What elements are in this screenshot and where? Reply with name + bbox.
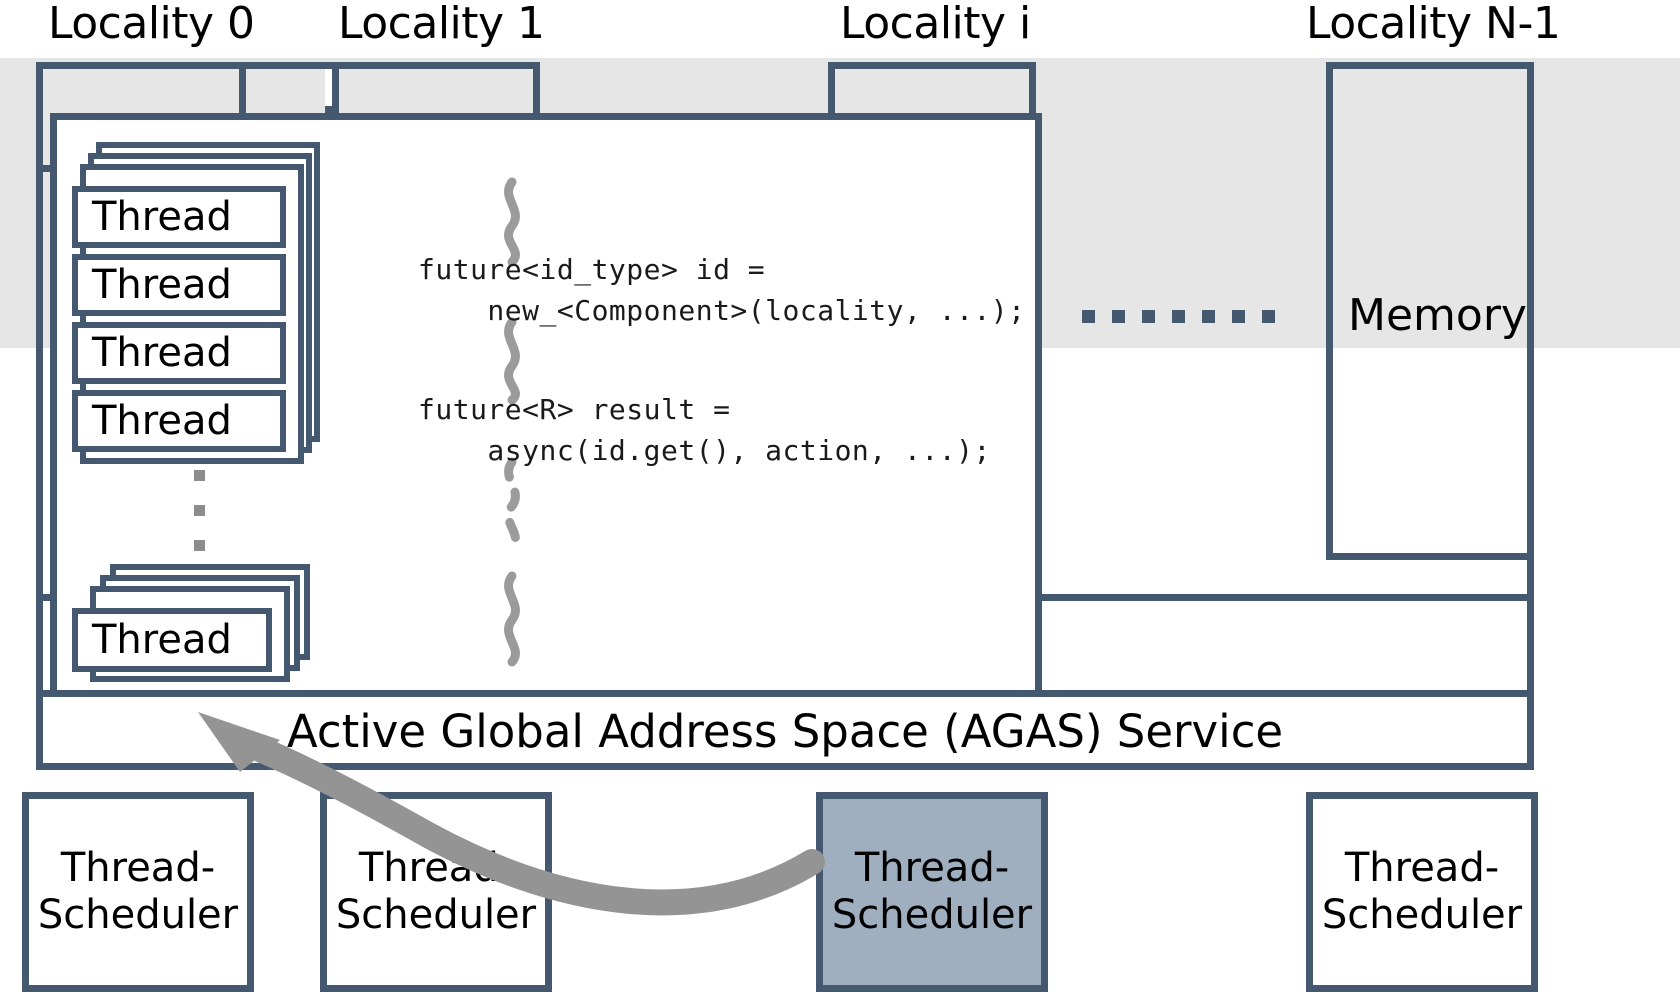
thread-scheduler-label: Thread- Scheduler (29, 799, 247, 985)
locality-label-i: Locality i (840, 0, 1031, 49)
thread-card[interactable]: Thread (72, 322, 286, 384)
thread-label: Thread (92, 398, 232, 444)
thread-scheduler-label: Thread- Scheduler (823, 799, 1041, 985)
thread-scheduler-n1[interactable]: Thread- Scheduler (1306, 792, 1538, 992)
thread-card[interactable]: Thread (72, 608, 272, 672)
band-inner-gap2 (1036, 62, 1326, 348)
locality-label-1: Locality 1 (338, 0, 545, 49)
thread-scheduler-i-highlighted[interactable]: Thread- Scheduler (816, 792, 1048, 992)
thread-scheduler-line-1: Thread- (1344, 844, 1500, 891)
thread-scheduler-1[interactable]: Thread- Scheduler (320, 792, 552, 992)
background-band-overlay-right (1534, 58, 1680, 348)
code-block-new-component: future<id_type> id = new_<Component>(loc… (418, 253, 1026, 327)
locality-label-n-1: Locality N-1 (1306, 0, 1561, 49)
agas-service-bar[interactable]: Active Global Address Space (AGAS) Servi… (36, 690, 1534, 770)
code-block-async: future<R> result = async(id.get(), actio… (418, 393, 991, 467)
memory-label: Memory (1348, 290, 1527, 341)
diagram-canvas: Locality 0 Locality 1 Locality i Localit… (0, 0, 1680, 998)
thread-label: Thread (92, 617, 232, 663)
thread-scheduler-line-1: Thread- (60, 844, 216, 891)
agas-service-label: Active Global Address Space (AGAS) Servi… (286, 705, 1284, 758)
thread-card[interactable]: Thread (72, 254, 286, 316)
thread-card[interactable]: Thread (72, 186, 286, 248)
thread-scheduler-label: Thread- Scheduler (1313, 799, 1531, 985)
thread-label: Thread (92, 194, 232, 240)
thread-scheduler-line-2: Scheduler (335, 892, 537, 938)
thread-label: Thread (92, 262, 232, 308)
thread-scheduler-line-2: Scheduler (37, 892, 239, 938)
thread-scheduler-0[interactable]: Thread- Scheduler (22, 792, 254, 992)
thread-scheduler-line-2: Scheduler (1321, 892, 1523, 938)
thread-scheduler-line-1: Thread- (358, 844, 514, 891)
background-band-overlay (0, 58, 36, 348)
thread-card[interactable]: Thread (72, 390, 286, 452)
thread-scheduler-line-2: Scheduler (831, 892, 1033, 938)
thread-scheduler-label: Thread- Scheduler (327, 799, 545, 985)
thread-label: Thread (92, 330, 232, 376)
locality-label-0: Locality 0 (48, 0, 255, 49)
thread-scheduler-line-1: Thread- (854, 844, 1010, 891)
